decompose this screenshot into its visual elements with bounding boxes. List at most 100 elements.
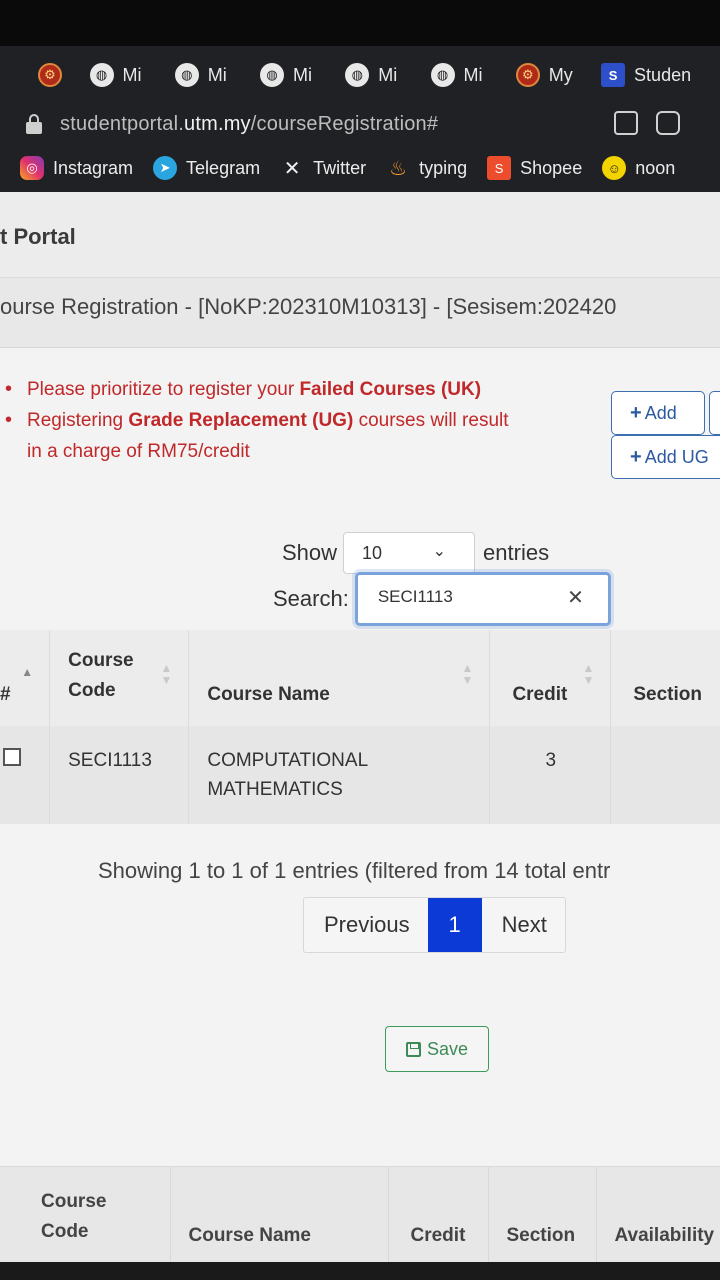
button-label: Add UG (644, 446, 709, 467)
bookmark-label: noon (635, 157, 676, 178)
telegram-icon: ➤ (153, 156, 178, 180)
header-label: Course (41, 1190, 107, 1212)
header-label: Availability (614, 1224, 715, 1246)
clear-search-icon[interactable]: ✕ (567, 585, 584, 610)
entries-label: entries (483, 540, 550, 565)
pagination-page-1[interactable]: 1 (427, 898, 482, 952)
search-label: Search: (273, 586, 349, 611)
cell-course-name: COMPUTATIONAL MATHEMATICS (188, 726, 491, 824)
header-label: Section (506, 1224, 576, 1246)
sort-asc-icon: ▲ (21, 665, 34, 679)
note-text: Please prioritize to register your (27, 379, 300, 400)
column-header-availability[interactable]: Availability (596, 1166, 720, 1262)
device-bezel-bottom (0, 1262, 720, 1280)
bookmark-label: Telegram (186, 157, 261, 178)
header-label: Course (68, 650, 134, 671)
add-course-button[interactable]: + Add (611, 391, 705, 435)
browser-tab[interactable]: ◍ Mi (174, 55, 260, 95)
bookmark-label: typing (419, 157, 468, 178)
tab-label: Mi (378, 64, 398, 85)
url-path: /courseRegistration# (250, 113, 439, 135)
device-bezel (0, 0, 720, 46)
table-search: Search: SECI1113 ✕ (273, 572, 611, 626)
bookmark-instagram[interactable]: ◎ Instagram (20, 156, 133, 180)
plus-icon: + (630, 401, 642, 424)
browser-tab[interactable]: ◍ Mi (430, 55, 516, 95)
sort-icon: ▲ ▼ (461, 661, 474, 687)
browser-tab[interactable]: ⚙ My (515, 55, 601, 95)
page-title: ourse Registration - [NoKP:202310M10313]… (0, 294, 617, 319)
url-text[interactable]: studentportal.utm.my/courseRegistration# (60, 113, 438, 136)
sort-icon: ▲ ▼ (160, 661, 173, 687)
registered-courses-table: Course Code Course Name Credit Section A… (0, 1166, 720, 1262)
browser-tab[interactable]: ⚙ (38, 55, 90, 95)
column-header-credit[interactable]: Credit ▲ ▼ (489, 630, 612, 726)
tab-label: My (548, 64, 573, 85)
s-logo-icon: S (601, 63, 626, 87)
portal-title: t Portal (0, 224, 76, 249)
address-bar[interactable]: studentportal.utm.my/courseRegistration# (0, 104, 720, 144)
column-header-course-code[interactable]: Course Code ▲ ▼ (49, 630, 190, 726)
shopee-icon: S (487, 156, 512, 180)
globe-icon: ◍ (260, 63, 285, 87)
cell-section (610, 726, 720, 824)
bookmark-label: Twitter (313, 157, 367, 178)
plus-icon: + (630, 445, 642, 468)
column-header-course-name[interactable]: Course Name (170, 1166, 389, 1262)
column-header-hash[interactable]: # ▲ (0, 630, 51, 726)
url-prefix: studentportal. (60, 113, 184, 135)
column-header-credit[interactable]: Credit (388, 1166, 489, 1262)
header-label: # (0, 684, 11, 705)
browser-tab-active[interactable]: S Studen (601, 55, 720, 95)
globe-icon: ◍ (174, 63, 199, 87)
row-checkbox[interactable] (3, 748, 21, 766)
entries-value: 10 (362, 543, 383, 563)
note-text: courses will result (353, 410, 509, 431)
tab-label: Studen (634, 64, 692, 85)
bookmark-twitter[interactable]: ✕ Twitter (280, 156, 366, 180)
entries-select[interactable]: 10 ⌄ (343, 532, 476, 574)
header-label: Course Name (188, 1224, 312, 1246)
globe-icon: ◍ (345, 63, 370, 87)
bookmark-typing[interactable]: ♨ typing (386, 156, 467, 180)
tab-label: Mi (463, 64, 483, 85)
pagination-previous[interactable]: Previous (304, 898, 428, 952)
bookmark-telegram[interactable]: ➤ Telegram (153, 156, 260, 180)
button-label: Add (644, 402, 677, 423)
column-header-section[interactable]: Section (610, 630, 720, 726)
note-emphasis: Grade Replacement (UG) (128, 410, 354, 431)
cell-course-code: SECI1113 (49, 726, 190, 824)
registration-notes: Please prioritize to register your Faile… (0, 374, 509, 467)
bookmark-shopee[interactable]: S Shopee (487, 156, 582, 180)
camera-icon[interactable] (656, 111, 680, 135)
column-header-course-name[interactable]: Course Name ▲ ▼ (188, 630, 491, 726)
bookmarks-bar: ◎ Instagram ➤ Telegram ✕ Twitter ♨ typin… (0, 144, 720, 192)
browser-tab[interactable]: ◍ Mi (345, 55, 430, 95)
column-header-section[interactable]: Section (488, 1166, 597, 1262)
save-button[interactable]: Save (385, 1026, 489, 1072)
pagination-next[interactable]: Next (482, 898, 565, 952)
bookmark-noon[interactable]: ☺ noon (602, 156, 675, 180)
browser-tab[interactable]: ◍ Mi (260, 55, 345, 95)
add-ug-button[interactable]: + Add UG (611, 435, 720, 479)
course-name-line: MATHEMATICS (207, 779, 343, 800)
search-input[interactable]: SECI1113 ✕ (354, 572, 611, 626)
chevron-down-icon: ⌄ (432, 543, 447, 560)
header-label: Section (633, 684, 702, 705)
page-content: t Portal ourse Registration - [NoKP:2023… (0, 192, 720, 1262)
column-header-course-code[interactable]: Course Code (0, 1166, 171, 1262)
fire-icon: ♨ (389, 157, 408, 180)
pagination: Previous 1 Next (303, 897, 566, 953)
button-label: Save (426, 1038, 469, 1059)
utm-crest-icon: ⚙ (515, 63, 540, 87)
note-grade-replacement: Registering Grade Replacement (UG) cours… (0, 405, 509, 436)
save-disk-icon (405, 1041, 421, 1057)
search-value: SECI1113 (377, 587, 453, 606)
noon-icon: ☺ (602, 156, 627, 180)
portal-header: t Portal (0, 192, 720, 278)
url-domain: utm.my (184, 113, 251, 135)
browser-tab[interactable]: ◍ Mi (89, 55, 175, 95)
edit-page-icon[interactable] (614, 111, 638, 135)
add-course-button-secondary[interactable] (709, 391, 720, 435)
lock-icon (26, 114, 42, 134)
